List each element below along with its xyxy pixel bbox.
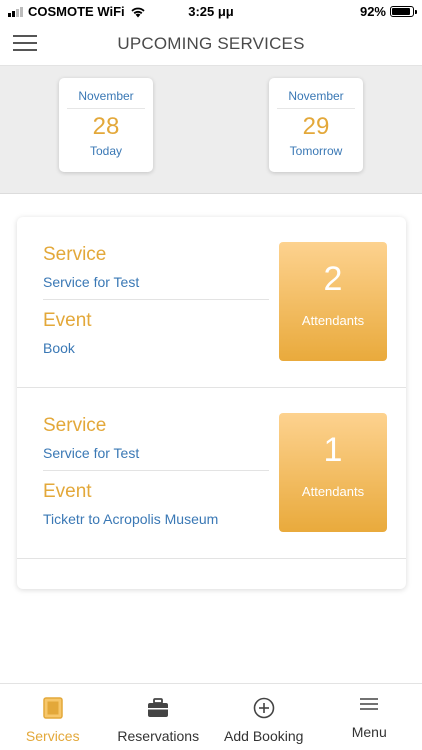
service-value: Service for Test <box>43 274 140 290</box>
attendants-count: 2 <box>323 260 343 298</box>
tab-reservations[interactable]: Reservations <box>106 684 212 750</box>
briefcase-icon <box>106 694 212 722</box>
service-item[interactable]: Service Service for Test Event Ticketr t… <box>17 388 406 559</box>
service-label: Service <box>43 415 107 436</box>
attendants-badge[interactable]: 1 Attendants <box>279 413 387 532</box>
date-label: Tomorrow <box>289 144 343 158</box>
services-icon <box>0 694 106 722</box>
tab-label: Add Booking <box>224 728 304 744</box>
attendants-label: Attendants <box>301 313 365 328</box>
menu-lines-icon <box>317 690 422 718</box>
status-bar: COSMOTE WiFi 3:25 μμ 92% <box>0 0 422 22</box>
service-item[interactable]: Service Service for Test Event Book 2 At… <box>17 217 406 388</box>
services-list: Service Service for Test Event Book 2 At… <box>17 217 406 589</box>
plus-circle-icon <box>211 694 317 722</box>
tab-label: Services <box>25 728 80 744</box>
attendants-badge[interactable]: 2 Attendants <box>279 242 387 361</box>
tab-label: Menu <box>351 724 387 740</box>
event-value: Ticketr to Acropolis Museum <box>43 511 219 527</box>
date-day: 29 <box>302 113 330 140</box>
tab-add-booking[interactable]: Add Booking <box>211 684 317 750</box>
tab-bar: Services Reservations Add Booking Menu <box>0 683 422 750</box>
date-card-tomorrow[interactable]: November 29 Tomorrow <box>269 78 363 172</box>
service-label: Service <box>43 244 107 265</box>
status-right: 92% <box>359 4 417 19</box>
attendants-count: 1 <box>323 431 343 469</box>
date-card-today[interactable]: November 28 Today <box>59 78 153 172</box>
divider <box>43 299 269 300</box>
date-month: November <box>67 78 145 109</box>
battery-icon <box>390 6 417 17</box>
attendants-label: Attendants <box>301 484 365 499</box>
app-header: UPCOMING SERVICES <box>0 22 422 66</box>
event-value: Book <box>43 340 75 356</box>
tab-services[interactable]: Services <box>0 684 106 750</box>
service-value: Service for Test <box>43 445 140 461</box>
divider <box>43 470 269 471</box>
status-time: 3:25 μμ <box>188 4 234 19</box>
date-day: 28 <box>92 113 120 140</box>
battery-percent: 92% <box>359 4 386 19</box>
event-label: Event <box>43 481 92 502</box>
date-month: November <box>277 78 355 109</box>
date-selector: November 28 Today November 29 Tomorrow <box>0 66 422 194</box>
event-label: Event <box>43 310 92 331</box>
date-label: Today <box>89 144 123 158</box>
page-title: UPCOMING SERVICES <box>117 34 305 53</box>
tab-label: Reservations <box>117 728 200 744</box>
tab-menu[interactable]: Menu <box>317 684 422 750</box>
